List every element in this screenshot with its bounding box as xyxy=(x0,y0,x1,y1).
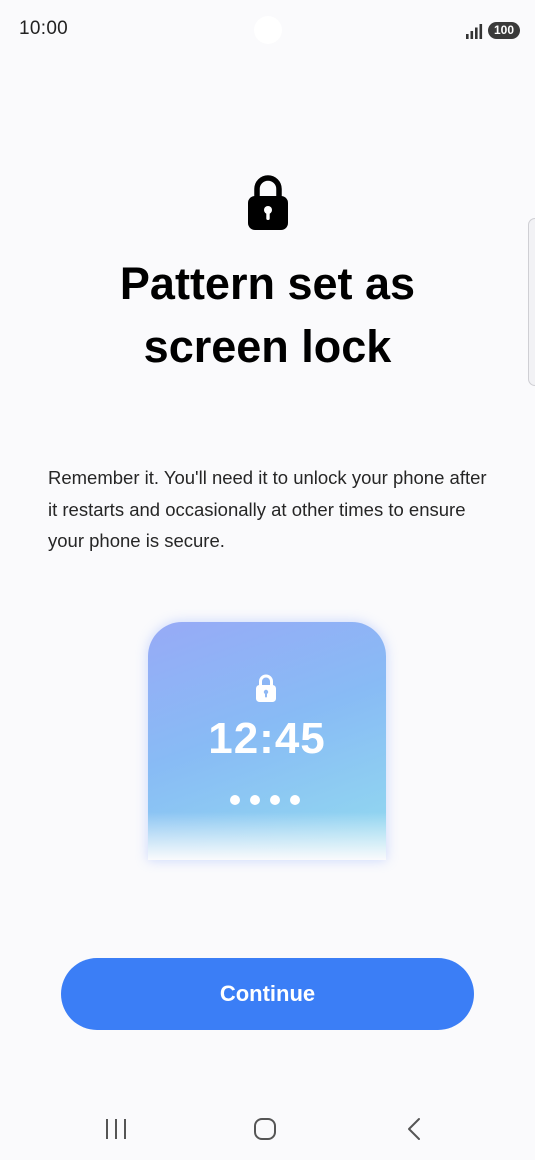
preview-clock: 12:45 xyxy=(208,714,326,763)
pin-dot xyxy=(230,795,240,805)
lock-icon xyxy=(248,175,288,230)
pin-dot xyxy=(270,795,280,805)
page-title: Pattern set as screen lock xyxy=(40,252,495,378)
pin-dot xyxy=(250,795,260,805)
home-icon[interactable] xyxy=(253,1116,277,1142)
camera-cutout xyxy=(254,16,282,44)
continue-button[interactable]: Continue xyxy=(61,958,474,1030)
signal-icon xyxy=(466,24,483,39)
title-line-2: screen lock xyxy=(143,321,392,372)
navigation-bar xyxy=(0,1100,535,1160)
recent-apps-icon[interactable] xyxy=(104,1116,128,1142)
status-bar: 10:00 100 xyxy=(0,0,535,60)
pin-dots xyxy=(230,795,300,805)
edge-panel-handle[interactable] xyxy=(528,218,535,386)
status-time: 10:00 xyxy=(19,18,69,39)
battery-icon: 100 xyxy=(488,22,520,39)
description-text: Remember it. You'll need it to unlock yo… xyxy=(48,467,487,551)
title-line-1: Pattern set as xyxy=(119,258,416,309)
back-icon[interactable] xyxy=(404,1116,424,1142)
preview-lock-icon xyxy=(256,674,276,702)
lock-screen-preview: 12:45 xyxy=(148,622,386,860)
pin-dot xyxy=(290,795,300,805)
